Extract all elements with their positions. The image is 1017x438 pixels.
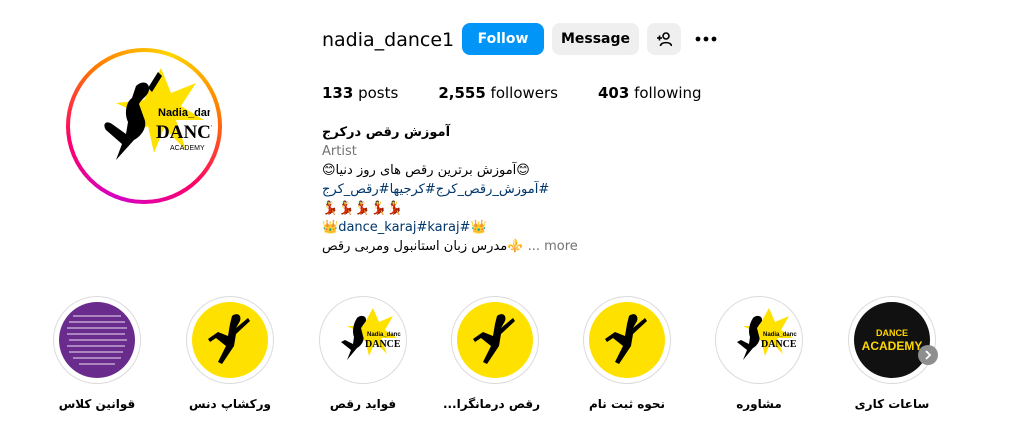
highlight-ring: Nadia_dance DANCE xyxy=(319,296,407,384)
academy-text-dance: DANCE xyxy=(876,328,908,338)
logo-text-dance: DANCE xyxy=(761,339,797,350)
highlight-item[interactable]: نحوه ثبت نام xyxy=(582,296,672,411)
bio-line: 😊آموزش برترین رقص های روز دنیا😊 xyxy=(322,163,530,178)
avatar[interactable]: Nadia_dance DANCE ACADEMY xyxy=(76,58,212,194)
logo-text-dance: DANCE xyxy=(365,339,401,350)
crown-emoji: 👑 xyxy=(322,220,339,235)
dance-logo-image: Nadia_dance DANCE ACADEMY xyxy=(104,68,212,160)
more-options-icon xyxy=(695,36,717,42)
highlight-cover xyxy=(192,302,268,378)
bio-teacher-text: ⚜️مدرس زبان استانبول ومربی رقص xyxy=(322,239,524,254)
highlight-ring: Nadia_dance DANCE xyxy=(715,296,803,384)
followers-label: followers xyxy=(490,84,558,102)
highlight-item[interactable]: ورکشاپ دنس xyxy=(185,296,275,411)
highlight-ring xyxy=(451,296,539,384)
logo-text-academy: ACADEMY xyxy=(170,145,205,152)
highlight-cover: DANCE ACADEMY xyxy=(854,302,930,378)
avatar-border: Nadia_dance DANCE ACADEMY xyxy=(70,52,218,200)
bio-more-link[interactable]: ... more xyxy=(528,239,578,254)
highlight-cover xyxy=(59,302,135,378)
highlight-cover: Nadia_dance DANCE xyxy=(325,302,401,378)
profile-stats: 133 posts 2,555 followers 403 following xyxy=(322,84,742,102)
highlight-label: ساعات کاری xyxy=(854,397,930,411)
crown-emoji: 👑 xyxy=(470,220,487,235)
options-button[interactable] xyxy=(690,23,722,55)
highlight-ring xyxy=(583,296,671,384)
add-person-icon xyxy=(657,32,672,47)
highlights-next-button[interactable] xyxy=(918,345,938,365)
logo-text-name: Nadia_dance xyxy=(158,107,212,119)
follow-button[interactable]: Follow xyxy=(462,23,544,55)
highlight-label: قوانین کلاس xyxy=(58,397,136,411)
highlight-label: رقص درمانگرا... xyxy=(442,397,540,411)
dancer-icon xyxy=(605,314,647,364)
profile-category: Artist xyxy=(322,144,357,159)
following-stat[interactable]: 403 following xyxy=(598,84,702,102)
text-card-image xyxy=(67,315,127,365)
bio-hashtags[interactable]: #آموزش_رقص_کرج#کرجیها#رقص_کرج xyxy=(322,180,582,199)
following-count: 403 xyxy=(598,84,630,102)
highlight-cover xyxy=(589,302,665,378)
dancer-icon xyxy=(473,314,515,364)
dance-logo-icon: Nadia_dance DANCE xyxy=(737,308,797,360)
highlight-item[interactable]: رقص درمانگرا... xyxy=(442,296,540,411)
highlight-item[interactable]: Nadia_dance DANCE مشاوره xyxy=(714,296,804,411)
highlight-ring xyxy=(53,296,141,384)
followers-stat[interactable]: 2,555 followers xyxy=(438,84,558,102)
profile-full-name: آموزش رقص درکرج xyxy=(322,125,451,140)
academy-text-academy: ACADEMY xyxy=(862,339,923,353)
profile-username: nadia_dance1 xyxy=(322,29,455,51)
suggested-accounts-button[interactable] xyxy=(647,23,681,55)
dancer-icon xyxy=(208,314,250,364)
logo-text-name: Nadia_dance xyxy=(763,332,797,338)
posts-label: posts xyxy=(358,84,399,102)
highlight-item[interactable]: قوانین کلاس xyxy=(52,296,142,411)
chevron-right-icon xyxy=(925,350,932,360)
highlight-label: ورکشاپ دنس xyxy=(189,397,271,411)
bio-emoji-line: 💃💃💃💃💃 xyxy=(322,201,403,216)
bio-tag-link[interactable]: dance_karaj#karaj# xyxy=(338,220,470,235)
highlight-cover xyxy=(457,302,533,378)
profile-avatar-ring[interactable]: Nadia_dance DANCE ACADEMY xyxy=(66,48,222,204)
posts-stat: 133 posts xyxy=(322,84,398,102)
dance-logo-icon: Nadia_dance DANCE xyxy=(341,308,401,360)
profile-bio: آموزش رقص درکرج Artist 😊آموزش برترین رقص… xyxy=(322,123,582,256)
following-label: following xyxy=(634,84,702,102)
highlight-ring: DANCE ACADEMY xyxy=(848,296,936,384)
logo-text-name: Nadia_dance xyxy=(367,332,401,338)
message-button[interactable]: Message xyxy=(552,23,639,55)
logo-text-dance: DANCE xyxy=(156,122,212,143)
highlight-label: نحوه ثبت نام xyxy=(588,397,666,411)
highlight-label: مشاوره xyxy=(736,397,782,411)
bio-tag-line: 👑dance_karaj#karaj#👑 xyxy=(322,218,582,237)
followers-count: 2,555 xyxy=(438,84,486,102)
dance-academy-logo-icon: DANCE ACADEMY xyxy=(862,328,923,353)
highlight-item[interactable]: Nadia_dance DANCE فواید رقص xyxy=(318,296,408,411)
highlight-ring xyxy=(186,296,274,384)
posts-count: 133 xyxy=(322,84,354,102)
bio-last-line: ⚜️مدرس زبان استانبول ومربی رقص ... more xyxy=(322,237,582,256)
highlight-cover: Nadia_dance DANCE xyxy=(721,302,797,378)
highlight-label: فواید رقص xyxy=(329,397,397,411)
